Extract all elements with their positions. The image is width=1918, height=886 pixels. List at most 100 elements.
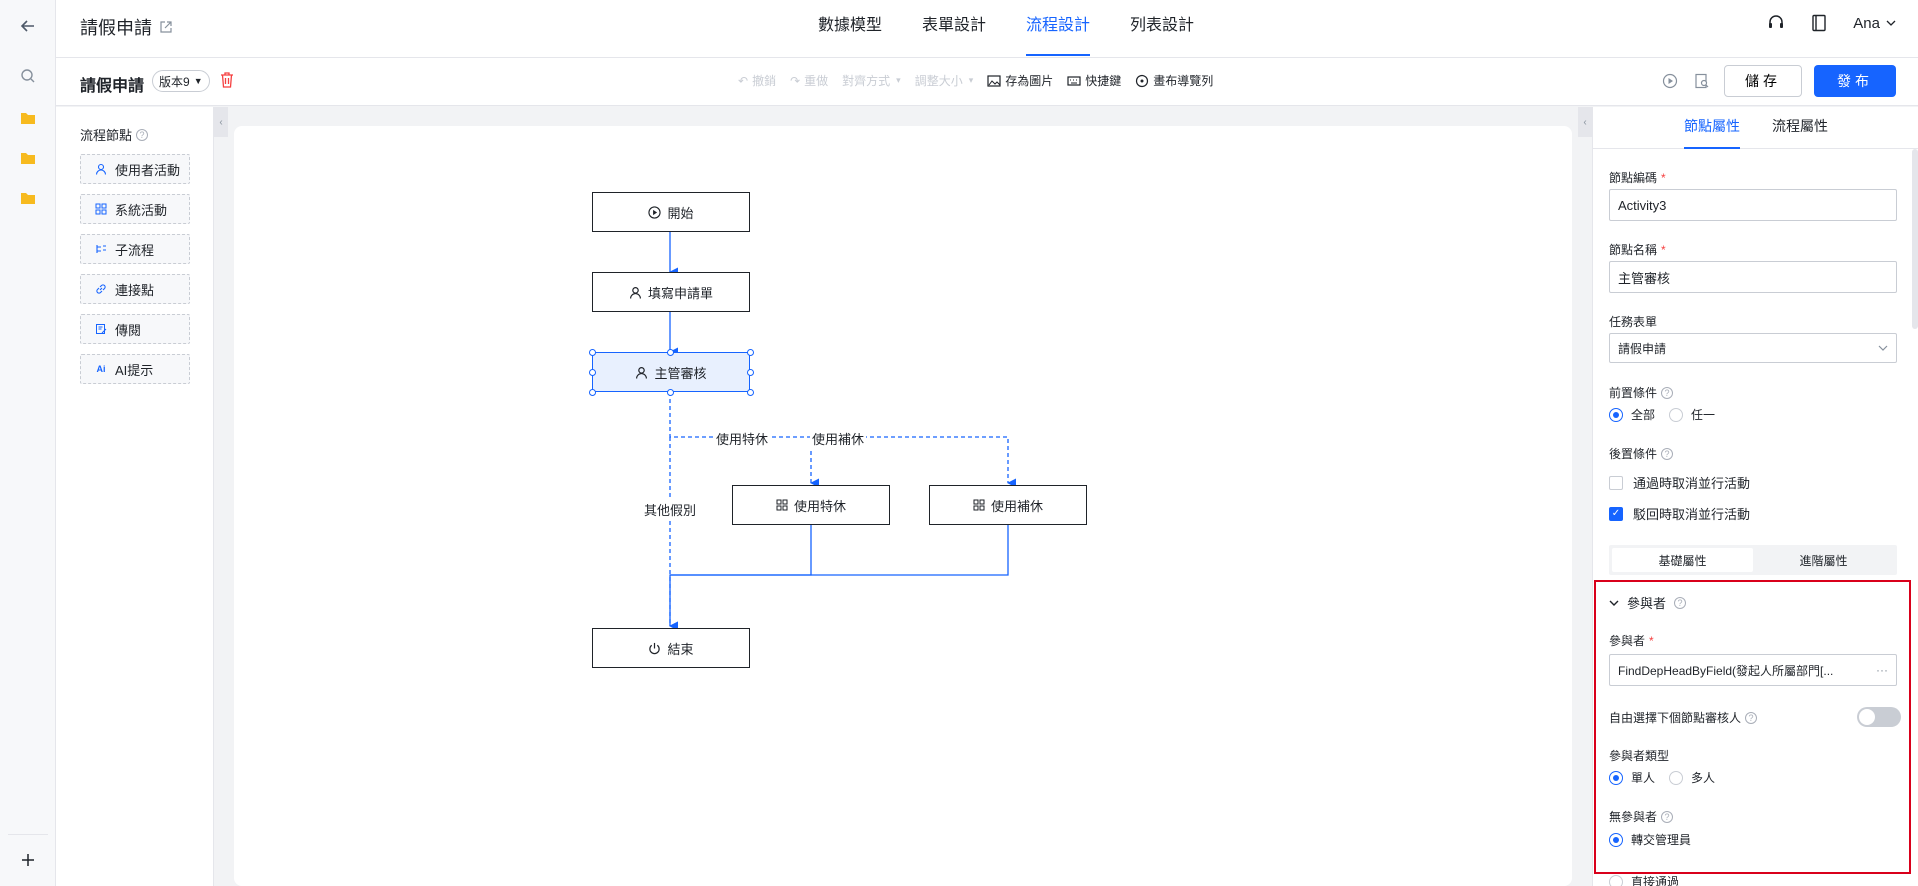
node-name-input[interactable] <box>1609 261 1897 293</box>
external-link-icon[interactable] <box>160 21 172 33</box>
book-icon[interactable] <box>1811 14 1827 32</box>
connect-handle[interactable] <box>589 369 596 376</box>
flow-edges <box>669 232 1017 631</box>
radio-label: 多人 <box>1691 771 1716 785</box>
play-circle-icon <box>648 205 662 219</box>
help-icon[interactable]: ? <box>1745 711 1758 724</box>
resize-handle[interactable] <box>589 349 596 356</box>
seg-basic[interactable]: 基礎屬性 <box>1612 548 1753 572</box>
headset-icon[interactable] <box>1767 14 1785 32</box>
tab-node-props[interactable]: 節點屬性 <box>1684 107 1740 149</box>
attr-segmented: 基礎屬性 進階屬性 <box>1609 545 1897 575</box>
palette-item-label: 子流程 <box>115 242 155 258</box>
tab-form-design[interactable]: 表單設計 <box>902 0 1006 58</box>
checkbox-cancel-on-pass[interactable]: 通過時取消並行活動 <box>1609 473 1750 492</box>
undo-label: 撤銷 <box>752 74 777 88</box>
back-arrow-icon[interactable] <box>16 14 40 38</box>
checkbox-cancel-on-reject[interactable]: ✓ 駁回時取消並行活動 <box>1609 504 1750 523</box>
palette-item-ai-prompt[interactable]: Ai AI提示 <box>80 354 190 384</box>
edge-comp-end[interactable] <box>670 525 1009 576</box>
folder-icon[interactable] <box>16 106 40 130</box>
collapse-right-button[interactable]: ‹ <box>1578 107 1592 137</box>
help-icon[interactable]: ? <box>1661 447 1674 460</box>
palette-item-circulate[interactable]: 傳閱 <box>80 314 190 344</box>
palette-item-system-activity[interactable]: 系統活動 <box>80 194 190 224</box>
resize-button[interactable]: 調整大小 ▾ <box>915 72 974 89</box>
radio-label: 轉交管理員 <box>1631 833 1692 847</box>
chevron-left-icon: ‹ <box>219 116 223 128</box>
free-select-toggle[interactable] <box>1857 707 1901 727</box>
redo-button[interactable]: ↷ 重做 <box>790 72 828 89</box>
radio-label: 全部 <box>1631 408 1656 422</box>
chevron-left-icon: ‹ <box>1583 116 1587 128</box>
node-palette: 流程節點 ? 使用者活動 系統活動 子流程 連接點 傳閱 Ai AI提示 <box>56 107 214 886</box>
task-form-select[interactable]: 請假申請 <box>1609 333 1897 363</box>
palette-item-subprocess[interactable]: 子流程 <box>80 234 190 264</box>
flow-toolbar: 請假申請 版本9 ▼ ↶ 撤銷 ↷ 重做 對齊方式 ▾ 調整大小 ▾ 存為圖片 快捷鍵 … <box>56 58 1918 106</box>
search-icon[interactable] <box>16 64 40 88</box>
scrollbar[interactable] <box>1912 149 1918 329</box>
flow-canvas[interactable]: 開始 填寫申請單 主管審核 使用特休 使用補休 結束 使用特休 使用補休 其他假… <box>234 126 1572 886</box>
tab-flow-props[interactable]: 流程屬性 <box>1772 107 1828 149</box>
radio-transfer-admin[interactable]: 轉交管理員 <box>1609 831 1691 848</box>
minimap-button[interactable]: 畫布導覽列 <box>1135 72 1213 89</box>
shortcuts-button[interactable]: 快捷鍵 <box>1067 72 1121 89</box>
folder-icon[interactable] <box>16 146 40 170</box>
play-icon[interactable] <box>1660 71 1680 91</box>
connect-handle[interactable] <box>667 389 674 396</box>
seg-advanced[interactable]: 進階屬性 <box>1753 548 1894 572</box>
align-button[interactable]: 對齊方式 ▾ <box>842 72 901 89</box>
radio-dot <box>1609 770 1623 785</box>
radio-pre-all[interactable]: 全部 <box>1609 406 1655 423</box>
resize-handle[interactable] <box>747 389 754 396</box>
link-icon <box>95 283 107 295</box>
caret-down-icon: ▾ <box>896 75 901 85</box>
caret-down-icon: ▼ <box>193 76 203 86</box>
version-select[interactable]: 版本9 ▼ <box>152 70 210 92</box>
resize-handle[interactable] <box>589 389 596 396</box>
node-code-input[interactable] <box>1609 189 1897 221</box>
folder-icon[interactable] <box>16 186 40 210</box>
node-use-comp-leave[interactable]: 使用補休 <box>929 485 1087 525</box>
radio-pre-any[interactable]: 任一 <box>1669 406 1715 423</box>
tab-data-model[interactable]: 數據模型 <box>798 0 902 58</box>
palette-item-connector[interactable]: 連接點 <box>80 274 190 304</box>
help-icon[interactable]: ? <box>1661 810 1674 823</box>
collapse-left-button[interactable]: ‹ <box>214 107 228 137</box>
node-manager-review[interactable]: 主管審核 <box>592 352 750 392</box>
save-image-button[interactable]: 存為圖片 <box>987 72 1053 89</box>
search-doc-icon[interactable] <box>1692 71 1712 91</box>
connect-handle[interactable] <box>747 369 754 376</box>
node-end[interactable]: 結束 <box>592 628 750 668</box>
node-use-annual-leave[interactable]: 使用特休 <box>732 485 890 525</box>
user-menu[interactable]: Ana <box>1853 15 1896 32</box>
help-icon[interactable]: ? <box>136 128 149 141</box>
radio-single[interactable]: 單人 <box>1609 769 1655 786</box>
resize-handle[interactable] <box>747 349 754 356</box>
help-icon[interactable]: ? <box>1661 386 1674 399</box>
label-text: 前置條件 <box>1609 386 1658 400</box>
trash-icon[interactable] <box>220 72 234 91</box>
participant-type-label: 參與者類型 <box>1609 749 1670 763</box>
save-button[interactable]: 儲存 <box>1724 65 1802 97</box>
select-value: 請假申請 <box>1618 341 1667 356</box>
participant-input[interactable]: FindDepHeadByField(發起人所屬部門[... ··· <box>1609 654 1897 686</box>
participants-section-header[interactable]: 參與者 ? <box>1609 593 1687 612</box>
connect-handle[interactable] <box>667 349 674 356</box>
help-icon[interactable]: ? <box>1674 596 1687 609</box>
node-fill-form[interactable]: 填寫申請單 <box>592 272 750 312</box>
publish-button[interactable]: 發布 <box>1814 65 1896 97</box>
undo-button[interactable]: ↶ 撤銷 <box>738 72 776 89</box>
more-icon[interactable]: ··· <box>1876 663 1888 677</box>
tab-list-design[interactable]: 列表設計 <box>1110 0 1214 58</box>
radio-pass-directly[interactable]: 直接通過 <box>1609 873 1679 886</box>
palette-item-user-activity[interactable]: 使用者活動 <box>80 154 190 184</box>
node-label: 結束 <box>667 641 694 657</box>
tab-flow-design[interactable]: 流程設計 <box>1006 0 1110 58</box>
label-text: 節點名稱 <box>1609 243 1658 257</box>
left-rail <box>0 0 56 886</box>
plus-icon[interactable] <box>16 848 40 872</box>
radio-multi[interactable]: 多人 <box>1669 769 1715 786</box>
node-start[interactable]: 開始 <box>592 192 750 232</box>
main-tabs: 數據模型 表單設計 流程設計 列表設計 <box>798 0 1214 58</box>
